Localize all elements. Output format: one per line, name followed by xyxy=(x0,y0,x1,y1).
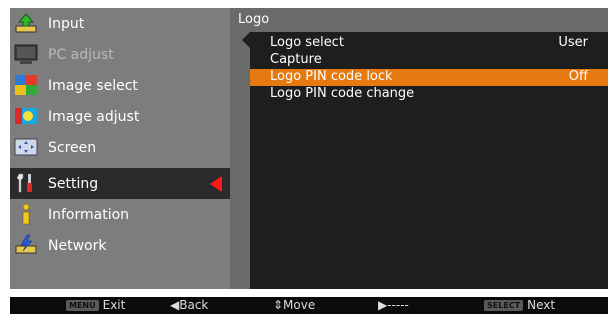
submenu-row-capture[interactable]: Capture xyxy=(250,52,608,69)
submenu-list: Logo select User Capture Logo PIN code l… xyxy=(250,32,608,289)
menu-item-network[interactable]: Network xyxy=(10,230,236,261)
submenu-panel: Logo Logo select User Capture Logo PIN c… xyxy=(230,8,608,289)
submenu-title: Logo xyxy=(238,12,270,27)
row-value: User xyxy=(558,35,588,50)
row-label: Capture xyxy=(270,52,322,67)
menu-key-icon: MENU xyxy=(66,299,99,311)
image-adjust-icon xyxy=(14,105,38,127)
submenu-row-logo-select[interactable]: Logo select User xyxy=(250,35,608,52)
image-select-icon xyxy=(14,74,38,96)
menu-item-label: Screen xyxy=(48,139,97,156)
menu-item-label: Information xyxy=(48,206,130,223)
exit-label: Exit xyxy=(102,298,126,312)
menu-item-label: Network xyxy=(48,237,107,254)
pc-adjust-icon xyxy=(14,43,38,65)
menu-item-image-select[interactable]: Image select xyxy=(10,70,236,101)
menu-item-pc-adjust[interactable]: PC adjust xyxy=(10,39,236,70)
input-icon xyxy=(14,12,38,34)
menu-item-label: Image select xyxy=(48,77,138,94)
next-arrow-label: ▶----- xyxy=(378,298,409,312)
submenu-row-logo-pin-code-lock[interactable]: Logo PIN code lock Off xyxy=(250,69,608,86)
menu-item-input[interactable]: Input xyxy=(10,8,236,39)
menu-item-label: Input xyxy=(48,15,85,32)
row-label: Logo PIN code change xyxy=(270,86,415,101)
network-icon xyxy=(14,234,38,256)
selection-arrow-icon xyxy=(210,176,222,192)
cut-off-title xyxy=(0,0,608,8)
main-menu-panel: Input PC adjust Image select Image adjus… xyxy=(10,8,246,289)
move-label: ⇕Move xyxy=(273,298,316,312)
footer-move[interactable]: ⇕Move xyxy=(273,298,315,312)
menu-item-screen[interactable]: Screen xyxy=(10,132,236,163)
row-label: Logo PIN code lock xyxy=(270,69,393,84)
menu-item-information[interactable]: Information xyxy=(10,199,236,230)
menu-item-setting[interactable]: Setting xyxy=(10,168,246,199)
submenu-row-logo-pin-code-change[interactable]: Logo PIN code change xyxy=(250,86,608,103)
footer-back[interactable]: ◀Back xyxy=(170,298,208,312)
footer-bar: MENU Exit ◀Back ⇕Move ▶----- SELECT Next xyxy=(10,297,608,314)
footer-exit[interactable]: MENU Exit xyxy=(66,298,125,312)
row-value: Off xyxy=(568,69,588,84)
setting-icon xyxy=(14,172,38,194)
next-label: Next xyxy=(527,298,556,312)
information-icon xyxy=(14,203,38,225)
submenu-notch xyxy=(242,32,250,48)
menu-item-label: Setting xyxy=(48,175,99,192)
footer-next-arrow: ▶----- xyxy=(378,298,409,312)
back-label: ◀Back xyxy=(170,298,209,312)
row-label: Logo select xyxy=(270,35,344,50)
menu-item-label: Image adjust xyxy=(48,108,140,125)
menu-item-label: PC adjust xyxy=(48,46,114,63)
screen-icon xyxy=(14,136,38,158)
select-key-icon: SELECT xyxy=(484,299,524,311)
menu-item-image-adjust[interactable]: Image adjust xyxy=(10,101,236,132)
footer-next[interactable]: SELECT Next xyxy=(484,298,555,312)
